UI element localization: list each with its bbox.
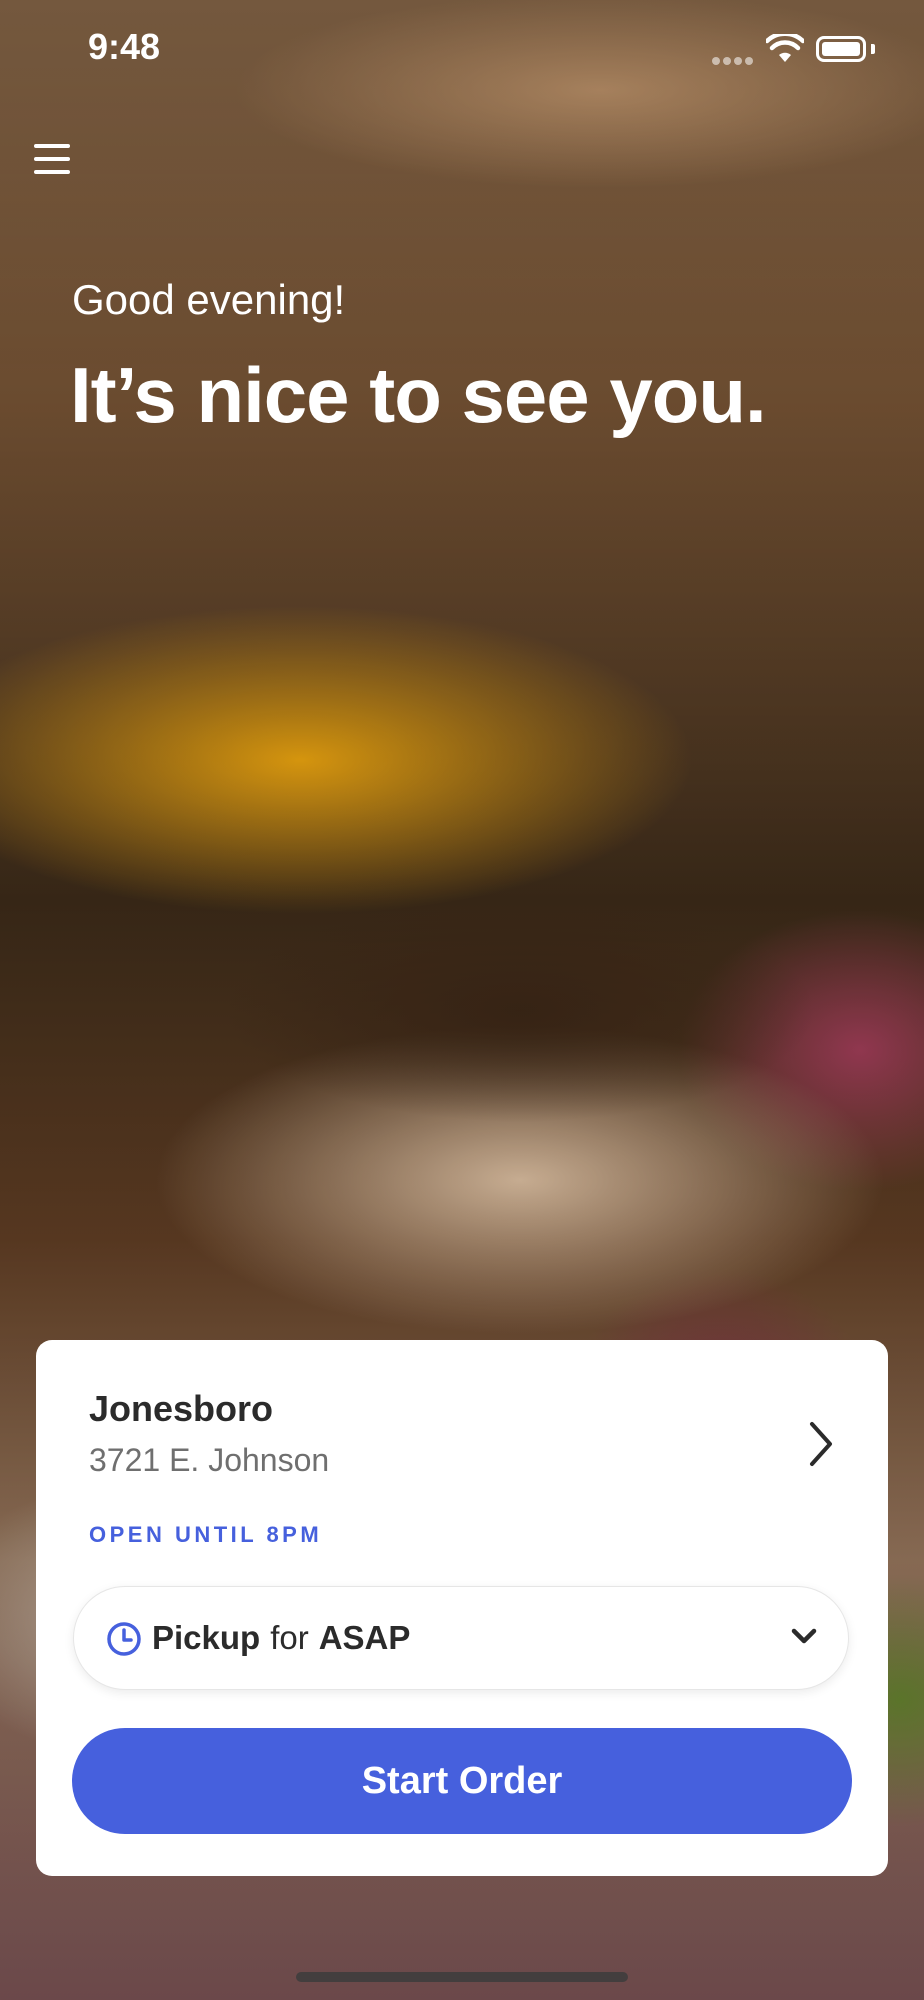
greeting-text: Good evening! — [72, 276, 346, 323]
store-address[interactable]: 3721 E. Johnson — [89, 1442, 329, 1479]
store-name[interactable]: Jonesboro — [89, 1388, 273, 1430]
store-hours: OPEN UNTIL 8PM — [89, 1522, 323, 1547]
status-bar: 9:48 — [0, 0, 924, 100]
status-time: 9:48 — [88, 26, 161, 67]
hamburger-menu-icon[interactable] — [34, 142, 74, 176]
order-connector: for — [270, 1619, 309, 1656]
store-card: Jonesboro 3721 E. Johnson OPEN UNTIL 8PM… — [36, 1340, 888, 1876]
order-time: ASAP — [318, 1619, 411, 1656]
chevron-right-icon[interactable] — [804, 1418, 838, 1470]
clock-icon — [107, 1622, 141, 1656]
wifi-icon — [766, 34, 804, 62]
headline-text: It’s nice to see you. — [70, 351, 767, 439]
chevron-down-icon — [791, 1628, 817, 1644]
order-type-selector[interactable]: Pickup for ASAP — [73, 1586, 849, 1690]
battery-nub — [871, 44, 875, 54]
order-type-text: Pickup for ASAP — [152, 1619, 410, 1657]
cellular-signal-icon — [712, 52, 756, 65]
start-order-button[interactable]: Start Order — [72, 1728, 852, 1834]
battery-icon — [816, 36, 866, 62]
home-indicator[interactable] — [296, 1972, 628, 1982]
order-mode: Pickup — [152, 1619, 261, 1656]
